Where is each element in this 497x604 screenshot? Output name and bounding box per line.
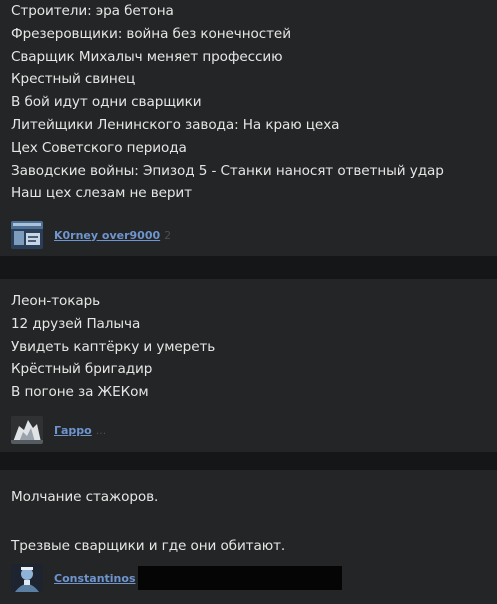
comment-line: Молчание стажоров. [11, 489, 159, 505]
comment-line: Наш цех слезам не верит [11, 185, 192, 202]
avatar[interactable] [11, 221, 43, 249]
comment-post: Леон-токарь 12 друзей Палыча Увидеть кап… [0, 279, 497, 452]
comment-post: Строители: эра бетона Фрезеровщики: войн… [0, 0, 497, 256]
redacted-block [137, 566, 342, 590]
comment-line: В бой идут одни сварщики [11, 94, 202, 111]
comment-line: 12 друзей Палыча [11, 315, 141, 332]
comment-post: Молчание стажоров. Трезвые сварщики и гд… [0, 470, 497, 604]
comment-line: Строители: эра бетона [11, 3, 174, 19]
comment-author: Constantinos [11, 564, 342, 592]
username-link[interactable]: Гарро [54, 424, 92, 437]
comment-line: Крёстный бригадир [11, 361, 153, 378]
comment-author: Гарро ... [11, 416, 106, 444]
comment-line: Заводские войны: Эпизод 5 - Станки нанос… [11, 162, 444, 179]
comment-line: Сварщик Михалыч меняет профессию [11, 48, 283, 65]
comment-line: Литейщики Ленинского завода: На краю цех… [11, 116, 340, 133]
comment-body: Строители: эра бетона Фрезеровщики: войн… [11, 0, 491, 205]
post-meta: 2 [164, 228, 172, 242]
comment-line: Фрезеровщики: война без конечностей [11, 25, 291, 42]
comment-line: Цех Советского периода [11, 139, 187, 156]
comment-line: Увидеть каптёрку и умереть [11, 338, 216, 355]
comment-body: Молчание стажоров. Трезвые сварщики и гд… [11, 485, 491, 559]
comment-line: В погоне за ЖЕКом [11, 384, 149, 401]
post-meta: ... [95, 423, 107, 437]
avatar[interactable] [11, 564, 43, 592]
username-link[interactable]: Constantinos [54, 572, 136, 585]
comment-line: Крестный свинец [11, 71, 136, 88]
avatar[interactable] [11, 416, 43, 444]
comment-thread: Строители: эра бетона Фрезеровщики: войн… [0, 0, 497, 604]
comment-line: Леон-токарь [11, 293, 101, 309]
comment-author: K0rney over9000 2 [11, 221, 171, 249]
comment-line: Трезвые сварщики и где они обитают. [11, 538, 286, 554]
comment-body: Леон-токарь 12 друзей Палыча Увидеть кап… [11, 290, 491, 404]
comment-line [11, 510, 491, 535]
username-link[interactable]: K0rney over9000 [54, 229, 160, 242]
